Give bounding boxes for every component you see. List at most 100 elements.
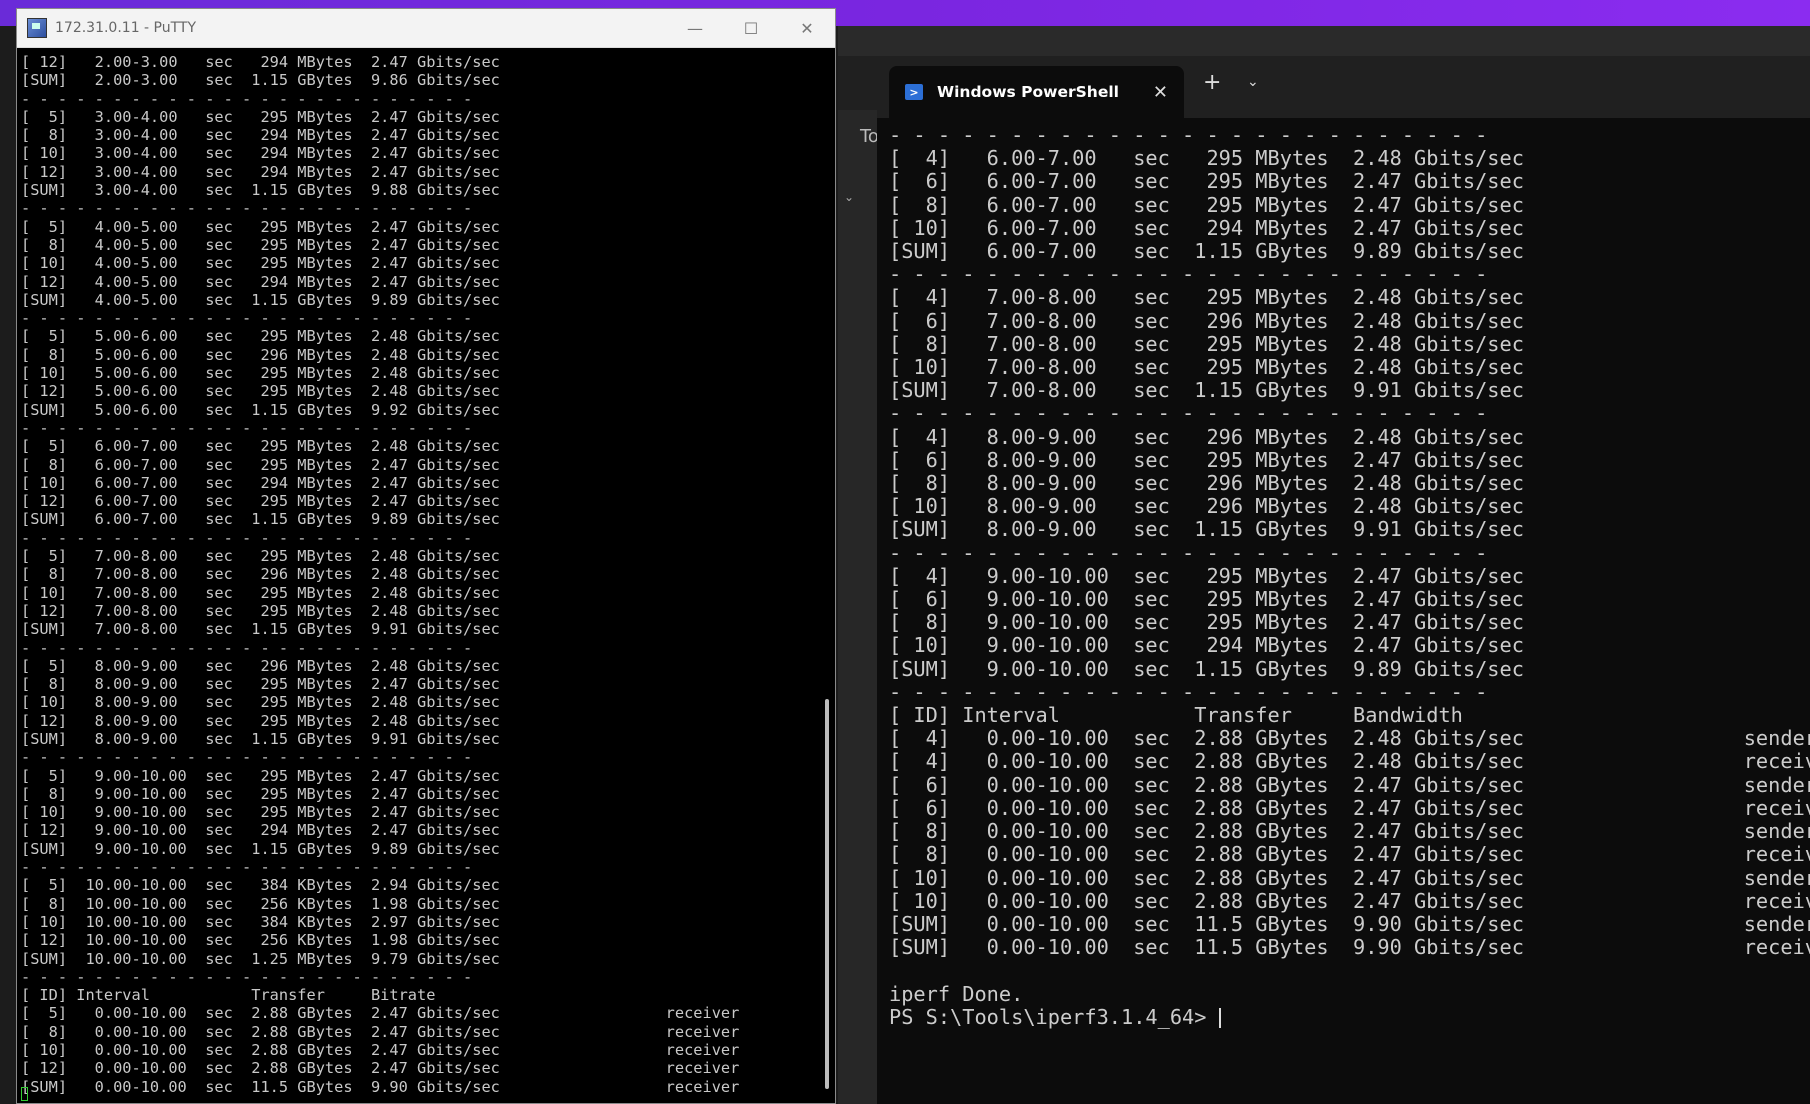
powershell-line: [ 8] 0.00-10.00 sec 2.88 GBytes 2.47 Gbi… (889, 842, 1810, 867)
putty-line: [ 10] 7.00-8.00 sec 295 MBytes 2.48 Gbit… (21, 583, 500, 602)
putty-line: [ 10] 9.00-10.00 sec 295 MBytes 2.47 Gbi… (21, 803, 500, 822)
chevron-down-icon[interactable]: ⌄ (844, 190, 854, 204)
putty-scrollbar[interactable] (825, 699, 829, 1089)
powershell-prompt-line[interactable]: PS S:\Tools\iperf3.1.4_64> (889, 1004, 1810, 1029)
putty-line: [ 12] 3.00-4.00 sec 294 MBytes 2.47 Gbit… (21, 162, 500, 181)
powershell-line: [ 6] 0.00-10.00 sec 2.88 GBytes 2.47 Gbi… (889, 795, 1810, 820)
putty-line: [ 10] 4.00-5.00 sec 295 MBytes 2.47 Gbit… (21, 254, 500, 273)
powershell-line: [ 6] 8.00-9.00 sec 295 MBytes 2.47 Gbits… (889, 447, 1524, 472)
powershell-line: [ 4] 0.00-10.00 sec 2.88 GBytes 2.48 Gbi… (889, 726, 1810, 751)
putty-line: [ 5] 4.00-5.00 sec 295 MBytes 2.47 Gbits… (21, 217, 500, 236)
putty-line: [ 10] 8.00-9.00 sec 295 MBytes 2.48 Gbit… (21, 693, 500, 712)
putty-line: [ 5] 7.00-8.00 sec 295 MBytes 2.48 Gbits… (21, 547, 500, 566)
putty-line: [ 5] 8.00-9.00 sec 296 MBytes 2.48 Gbits… (21, 656, 500, 675)
tab-label: Windows PowerShell (937, 83, 1119, 101)
powershell-line: [SUM] 7.00-8.00 sec 1.15 GBytes 9.91 Gbi… (889, 378, 1524, 403)
putty-line: [ 10] 0.00-10.00 sec 2.88 GBytes 2.47 Gb… (21, 1041, 740, 1060)
putty-line: [SUM] 9.00-10.00 sec 1.15 GBytes 9.89 Gb… (21, 839, 500, 858)
powershell-line: [ 6] 9.00-10.00 sec 295 MBytes 2.47 Gbit… (889, 587, 1524, 612)
putty-line: [SUM] 3.00-4.00 sec 1.15 GBytes 9.88 Gbi… (21, 181, 500, 200)
putty-line: [ ID] Interval Transfer Bitrate (21, 986, 436, 1005)
powershell-line: - - - - - - - - - - - - - - - - - - - - … (889, 679, 1488, 704)
powershell-line: [ 8] 6.00-7.00 sec 295 MBytes 2.47 Gbits… (889, 192, 1524, 217)
powershell-line: - - - - - - - - - - - - - - - - - - - - … (889, 123, 1488, 147)
putty-terminal-output[interactable]: [ 12] 2.00-3.00 sec 294 MBytes 2.47 Gbit… (17, 47, 835, 1103)
powershell-line: [SUM] 6.00-7.00 sec 1.15 GBytes 9.89 Gbi… (889, 239, 1524, 264)
putty-line: [ 12] 9.00-10.00 sec 294 MBytes 2.47 Gbi… (21, 821, 500, 840)
powershell-line (889, 959, 1810, 982)
putty-line: [ 12] 7.00-8.00 sec 295 MBytes 2.48 Gbit… (21, 601, 500, 620)
background-window-sidebar: To ⌄ (838, 110, 879, 1104)
powershell-line: [ 10] 6.00-7.00 sec 294 MBytes 2.47 Gbit… (889, 215, 1524, 240)
powershell-line: [ 10] 7.00-8.00 sec 295 MBytes 2.48 Gbit… (889, 355, 1524, 380)
maximize-icon[interactable]: ☐ (723, 9, 779, 47)
putty-line: [ 12] 6.00-7.00 sec 295 MBytes 2.47 Gbit… (21, 492, 500, 511)
putty-line: - - - - - - - - - - - - - - - - - - - - … (21, 967, 473, 986)
powershell-icon: > (905, 84, 923, 100)
powershell-line: iperf Done. (889, 981, 1024, 1006)
putty-line: [ 5] 9.00-10.00 sec 295 MBytes 2.47 Gbit… (21, 766, 500, 785)
putty-line: [SUM] 7.00-8.00 sec 1.15 GBytes 9.91 Gbi… (21, 620, 500, 639)
powershell-line: [ ID] Interval Transfer Bandwidth (889, 703, 1463, 728)
putty-line: [SUM] 4.00-5.00 sec 1.15 GBytes 9.89 Gbi… (21, 290, 500, 309)
powershell-line: [ 8] 0.00-10.00 sec 2.88 GBytes 2.47 Gbi… (889, 819, 1810, 844)
putty-line: [ 8] 6.00-7.00 sec 295 MBytes 2.47 Gbits… (21, 455, 500, 474)
putty-line: [ 5] 6.00-7.00 sec 295 MBytes 2.48 Gbits… (21, 437, 500, 456)
putty-line: - - - - - - - - - - - - - - - - - - - - … (21, 638, 473, 657)
powershell-line: [ 4] 0.00-10.00 sec 2.88 GBytes 2.48 Gbi… (889, 749, 1810, 774)
minimize-icon[interactable]: — (667, 9, 723, 47)
tab-dropdown-chevron-icon[interactable]: ⌄ (1247, 74, 1259, 90)
putty-line: [ 10] 6.00-7.00 sec 294 MBytes 2.47 Gbit… (21, 473, 500, 492)
putty-app-icon[interactable] (27, 18, 47, 38)
putty-line: [ 8] 8.00-9.00 sec 295 MBytes 2.47 Gbits… (21, 675, 500, 694)
putty-line: [SUM] 2.00-3.00 sec 1.15 GBytes 9.86 Gbi… (21, 71, 500, 90)
close-tab-icon[interactable]: ✕ (1153, 82, 1168, 103)
powershell-line: - - - - - - - - - - - - - - - - - - - - … (889, 540, 1488, 565)
powershell-line: [ 4] 6.00-7.00 sec 295 MBytes 2.48 Gbits… (889, 146, 1524, 171)
close-icon[interactable]: ✕ (779, 9, 835, 47)
putty-line: [ 12] 10.00-10.00 sec 256 KBytes 1.98 Gb… (21, 931, 500, 950)
powershell-line: [ 10] 9.00-10.00 sec 294 MBytes 2.47 Gbi… (889, 633, 1524, 658)
putty-line: [ 5] 5.00-6.00 sec 295 MBytes 2.48 Gbits… (21, 327, 500, 346)
putty-window-title: 172.31.0.11 - PuTTY (55, 20, 197, 36)
powershell-line: [ 10] 0.00-10.00 sec 2.88 GBytes 2.47 Gb… (889, 888, 1810, 913)
background-window-titlebar (838, 26, 1810, 56)
powershell-line: - - - - - - - - - - - - - - - - - - - - … (889, 401, 1488, 426)
putty-line: [ 8] 5.00-6.00 sec 296 MBytes 2.48 Gbits… (21, 345, 500, 364)
powershell-terminal-output[interactable]: - - - - - - - - - - - - - - - - - - - - … (889, 118, 1810, 1104)
putty-line: [ 10] 10.00-10.00 sec 384 KBytes 2.97 Gb… (21, 912, 500, 931)
powershell-line: [ 4] 8.00-9.00 sec 296 MBytes 2.48 Gbits… (889, 424, 1524, 449)
putty-window[interactable]: 172.31.0.11 - PuTTY — ☐ ✕ [ 12] 2.00-3.0… (16, 8, 836, 1104)
putty-line: - - - - - - - - - - - - - - - - - - - - … (21, 748, 473, 767)
tab-windows-powershell[interactable]: > Windows PowerShell ✕ (889, 66, 1184, 118)
putty-line: [ 10] 5.00-6.00 sec 295 MBytes 2.48 Gbit… (21, 364, 500, 383)
putty-line: [SUM] 8.00-9.00 sec 1.15 GBytes 9.91 Gbi… (21, 729, 500, 748)
powershell-line: [ 6] 6.00-7.00 sec 295 MBytes 2.47 Gbits… (889, 169, 1524, 194)
putty-line: [ 12] 4.00-5.00 sec 294 MBytes 2.47 Gbit… (21, 272, 500, 291)
powershell-line: [ 10] 0.00-10.00 sec 2.88 GBytes 2.47 Gb… (889, 865, 1810, 890)
putty-line: [ 12] 5.00-6.00 sec 295 MBytes 2.48 Gbit… (21, 382, 500, 401)
putty-line: [ 8] 3.00-4.00 sec 294 MBytes 2.47 Gbits… (21, 126, 500, 145)
new-tab-plus-icon[interactable]: + (1203, 70, 1221, 95)
powershell-line: [SUM] 9.00-10.00 sec 1.15 GBytes 9.89 Gb… (889, 656, 1524, 681)
putty-line: [SUM] 10.00-10.00 sec 1.25 MBytes 9.79 G… (21, 949, 500, 968)
powershell-prompt: PS S:\Tools\iperf3.1.4_64> (889, 1004, 1219, 1029)
putty-line: [SUM] 6.00-7.00 sec 1.15 GBytes 9.89 Gbi… (21, 510, 500, 529)
putty-line: [ 8] 10.00-10.00 sec 256 KBytes 1.98 Gbi… (21, 894, 500, 913)
powershell-line: [ 8] 8.00-9.00 sec 296 MBytes 2.48 Gbits… (889, 471, 1524, 496)
putty-line: - - - - - - - - - - - - - - - - - - - - … (21, 199, 473, 218)
putty-line: [ 5] 10.00-10.00 sec 384 KBytes 2.94 Gbi… (21, 876, 500, 895)
powershell-line: [SUM] 0.00-10.00 sec 11.5 GBytes 9.90 Gb… (889, 911, 1810, 936)
putty-line: [ 8] 4.00-5.00 sec 295 MBytes 2.47 Gbits… (21, 235, 500, 254)
putty-line: [ 8] 9.00-10.00 sec 295 MBytes 2.47 Gbit… (21, 784, 500, 803)
putty-line: [ 5] 3.00-4.00 sec 295 MBytes 2.47 Gbits… (21, 107, 500, 126)
putty-line: [SUM] 5.00-6.00 sec 1.15 GBytes 9.92 Gbi… (21, 400, 500, 419)
putty-titlebar[interactable]: 172.31.0.11 - PuTTY — ☐ ✕ (17, 9, 835, 48)
text-cursor (1218, 1008, 1221, 1029)
putty-line: [ 12] 0.00-10.00 sec 2.88 GBytes 2.47 Gb… (21, 1059, 740, 1078)
powershell-line: [ 8] 9.00-10.00 sec 295 MBytes 2.47 Gbit… (889, 610, 1524, 635)
putty-line: - - - - - - - - - - - - - - - - - - - - … (21, 89, 473, 108)
putty-line: [ 10] 3.00-4.00 sec 294 MBytes 2.47 Gbit… (21, 144, 500, 163)
powershell-window[interactable]: > Windows PowerShell ✕ + ⌄ - - - - - - -… (877, 56, 1810, 1104)
putty-line: [ 8] 0.00-10.00 sec 2.88 GBytes 2.47 Gbi… (21, 1022, 740, 1041)
